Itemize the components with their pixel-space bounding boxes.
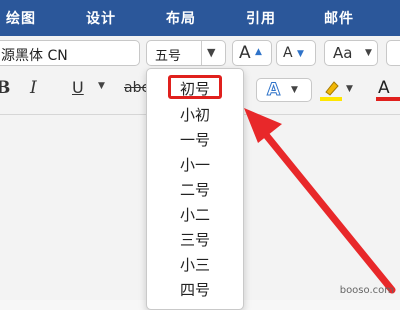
- annotation-arrow-icon: [244, 108, 396, 294]
- watermark: booso.com: [339, 285, 394, 296]
